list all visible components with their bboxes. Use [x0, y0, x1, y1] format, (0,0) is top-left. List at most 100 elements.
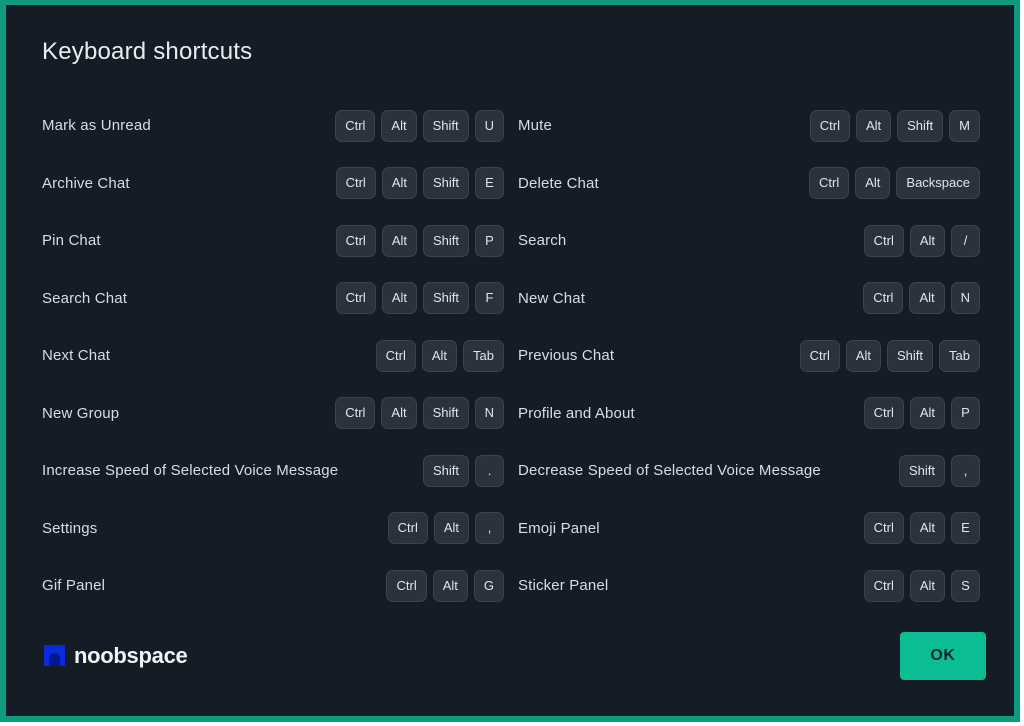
key-cap: Ctrl	[863, 282, 903, 314]
key-cap: Alt	[382, 167, 417, 199]
shortcut-keys: CtrlAlt/	[864, 225, 980, 257]
ok-button[interactable]: OK	[900, 632, 986, 680]
shortcut-keys: CtrlAltE	[864, 512, 980, 544]
key-cap: N	[951, 282, 980, 314]
shortcut-label: New Group	[42, 405, 119, 422]
shortcut-label: Mute	[518, 117, 552, 134]
key-cap: Ctrl	[386, 570, 426, 602]
shortcut-label: New Chat	[518, 290, 585, 307]
key-cap: .	[475, 455, 504, 487]
shortcut-keys: CtrlAltBackspace	[809, 167, 980, 199]
key-cap: Ctrl	[864, 512, 904, 544]
key-cap: E	[951, 512, 980, 544]
key-cap: Alt	[909, 282, 944, 314]
shortcuts-column-left: Mark as UnreadCtrlAltShiftU Archive Chat C…	[42, 97, 504, 615]
key-cap: Ctrl	[864, 397, 904, 429]
key-cap: ,	[951, 455, 980, 487]
key-cap: P	[475, 225, 504, 257]
key-cap: M	[949, 110, 980, 142]
key-cap: Alt	[910, 397, 945, 429]
key-cap: Shift	[899, 455, 945, 487]
shortcut-row: Settings CtrlAlt,	[42, 500, 504, 558]
shortcut-keys: CtrlAltS	[864, 570, 980, 602]
key-cap: Shift	[423, 110, 469, 142]
key-cap: Ctrl	[388, 512, 428, 544]
shortcut-label: Search Chat	[42, 290, 127, 307]
page-title: Keyboard shortcuts	[6, 5, 1014, 67]
key-cap: Tab	[939, 340, 980, 372]
shortcut-row: Search CtrlAlt/	[518, 212, 980, 270]
key-cap: Ctrl	[864, 225, 904, 257]
shortcut-label: Profile and About	[518, 405, 635, 422]
shortcut-keys: CtrlAltShiftE	[336, 167, 504, 199]
shortcut-label: Decrease Speed of Selected Voice Message	[518, 462, 821, 479]
key-cap: Ctrl	[864, 570, 904, 602]
shortcut-keys: CtrlAltShiftM	[810, 110, 980, 142]
brand-logo: noobspace	[44, 643, 187, 669]
noobspace-logo-icon	[44, 645, 65, 666]
key-cap: Ctrl	[335, 110, 375, 142]
shortcut-keys: CtrlAltShiftP	[336, 225, 504, 257]
shortcut-keys: CtrlAlt,	[388, 512, 504, 544]
key-cap: Shift	[423, 167, 469, 199]
key-cap: Backspace	[896, 167, 980, 199]
shortcut-row: Gif PanelCtrlAltG	[42, 557, 504, 615]
key-cap: P	[951, 397, 980, 429]
shortcut-row: Emoji Panel CtrlAltE	[518, 500, 980, 558]
shortcut-keys: CtrlAltShiftU	[335, 110, 504, 142]
screenshot-root: Keyboard shortcuts Mark as UnreadCtrlAlt…	[0, 0, 1024, 726]
key-cap: Ctrl	[810, 110, 850, 142]
key-cap: Alt	[910, 512, 945, 544]
shortcut-row: Pin ChatCtrlAltShiftP	[42, 212, 504, 270]
key-cap: N	[475, 397, 504, 429]
key-cap: Ctrl	[800, 340, 840, 372]
key-cap: Tab	[463, 340, 504, 372]
shortcut-keys: CtrlAltN	[863, 282, 980, 314]
shortcut-row: Search ChatCtrlAltShiftF	[42, 270, 504, 328]
key-cap: ,	[475, 512, 504, 544]
key-cap: S	[951, 570, 980, 602]
key-cap: Ctrl	[336, 225, 376, 257]
shortcut-label: Next Chat	[42, 347, 110, 364]
key-cap: Alt	[434, 512, 469, 544]
keyboard-shortcuts-dialog: Keyboard shortcuts Mark as UnreadCtrlAlt…	[6, 5, 1014, 716]
shortcut-label: Search	[518, 232, 566, 249]
shortcut-row: Next Chat CtrlAltTab	[42, 327, 504, 385]
dialog-footer: noobspace OK	[6, 615, 1014, 717]
shortcut-row: Mark as UnreadCtrlAltShiftU	[42, 97, 504, 155]
shortcut-row: Delete Chat CtrlAltBackspace	[518, 155, 980, 213]
key-cap: Shift	[423, 397, 469, 429]
shortcut-label: Settings	[42, 520, 97, 537]
shortcut-label: Delete Chat	[518, 175, 599, 192]
dialog-frame: Keyboard shortcuts Mark as UnreadCtrlAlt…	[0, 0, 1020, 722]
shortcut-label: Emoji Panel	[518, 520, 600, 537]
key-cap: Alt	[382, 225, 417, 257]
shortcut-row: Decrease Speed of Selected Voice Message…	[518, 442, 980, 500]
key-cap: Alt	[381, 397, 416, 429]
shortcut-label: Previous Chat	[518, 347, 614, 364]
key-cap: Alt	[433, 570, 468, 602]
key-cap: Shift	[423, 455, 469, 487]
shortcut-row: Archive Chat CtrlAltShiftE	[42, 155, 504, 213]
shortcut-keys: Shift.	[423, 455, 504, 487]
shortcut-row: Previous ChatCtrlAltShiftTab	[518, 327, 980, 385]
shortcut-keys: CtrlAltTab	[376, 340, 504, 372]
shortcuts-grid: Mark as UnreadCtrlAltShiftU Archive Chat C…	[6, 67, 1014, 615]
key-cap: U	[475, 110, 504, 142]
key-cap: Alt	[846, 340, 881, 372]
key-cap: F	[475, 282, 504, 314]
key-cap: E	[475, 167, 504, 199]
key-cap: Alt	[422, 340, 457, 372]
shortcut-keys: CtrlAltShiftN	[335, 397, 504, 429]
key-cap: Ctrl	[809, 167, 849, 199]
key-cap: Alt	[856, 110, 891, 142]
key-cap: Alt	[910, 225, 945, 257]
key-cap: G	[474, 570, 504, 602]
shortcut-label: Archive Chat	[42, 175, 130, 192]
shortcut-keys: CtrlAltG	[386, 570, 504, 602]
key-cap: Alt	[381, 110, 416, 142]
shortcut-row: Mute CtrlAltShiftM	[518, 97, 980, 155]
key-cap: Alt	[382, 282, 417, 314]
key-cap: Shift	[423, 282, 469, 314]
key-cap: /	[951, 225, 980, 257]
